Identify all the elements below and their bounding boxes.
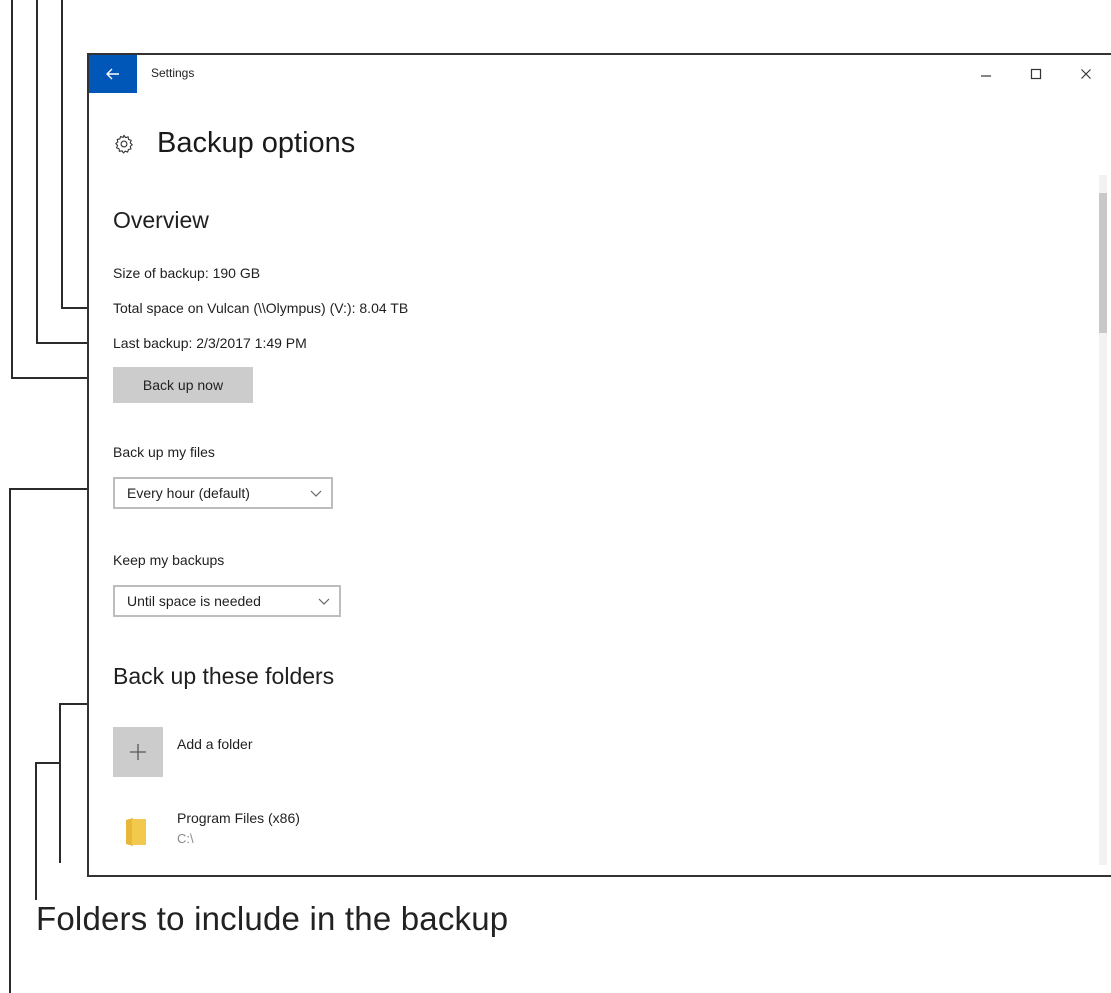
close-button[interactable]: [1061, 55, 1111, 93]
plus-icon: [130, 744, 146, 760]
backup-frequency-label: Back up my files: [113, 444, 215, 460]
maximize-icon: [1030, 68, 1042, 80]
page-header: Backup options: [113, 127, 355, 160]
add-folder-button[interactable]: [113, 727, 163, 777]
annotation-caption: Folders to include in the backup: [36, 900, 509, 937]
keep-backups-label: Keep my backups: [113, 552, 225, 568]
callout-line: [36, 0, 38, 343]
page-title: Backup options: [157, 127, 356, 159]
folder-list-item[interactable]: Program Files (x86) C:\: [113, 805, 513, 865]
backup-frequency-dropdown[interactable]: Every hour (default): [113, 477, 333, 509]
overview-heading: Overview: [113, 207, 209, 233]
scroll-thumb[interactable]: [1099, 193, 1107, 333]
chevron-down-icon: [318, 598, 330, 605]
callout-line: [35, 762, 60, 764]
arrow-left-icon: [106, 68, 119, 80]
gear-icon: [115, 134, 133, 154]
backup-size-text: Size of backup: 190 GB: [113, 265, 261, 281]
backup-frequency-value: Every hour (default): [127, 485, 250, 501]
callout-line: [61, 0, 63, 308]
total-space-text: Total space on Vulcan (\\Olympus) (V:): …: [113, 300, 409, 316]
maximize-button[interactable]: [1011, 55, 1061, 93]
keep-backups-value: Until space is needed: [127, 593, 261, 609]
window-controls: [961, 55, 1111, 93]
folders-heading: Back up these folders: [113, 663, 335, 689]
minimize-icon: [981, 75, 991, 77]
title-bar: Settings: [89, 55, 1111, 93]
close-icon: [1081, 69, 1091, 79]
settings-window: Settings Backup options Overview Size of…: [87, 53, 1111, 877]
keep-backups-dropdown[interactable]: Until space is needed: [113, 585, 341, 617]
window-title: Settings: [151, 66, 195, 80]
folder-name: Program Files (x86): [177, 810, 300, 826]
add-folder-label[interactable]: Add a folder: [177, 736, 253, 752]
last-backup-text: Last backup: 2/3/2017 1:49 PM: [113, 335, 307, 351]
back-button[interactable]: [89, 55, 137, 93]
callout-line: [59, 703, 61, 863]
minimize-button[interactable]: [961, 55, 1011, 93]
chevron-down-icon: [310, 490, 322, 497]
callout-line: [35, 762, 37, 900]
callout-line: [11, 0, 13, 378]
scrollbar[interactable]: [1099, 175, 1107, 865]
folder-icon: [126, 818, 146, 846]
back-up-now-button[interactable]: Back up now: [113, 367, 253, 403]
callout-line: [9, 489, 11, 993]
folder-path: C:\: [177, 831, 194, 846]
